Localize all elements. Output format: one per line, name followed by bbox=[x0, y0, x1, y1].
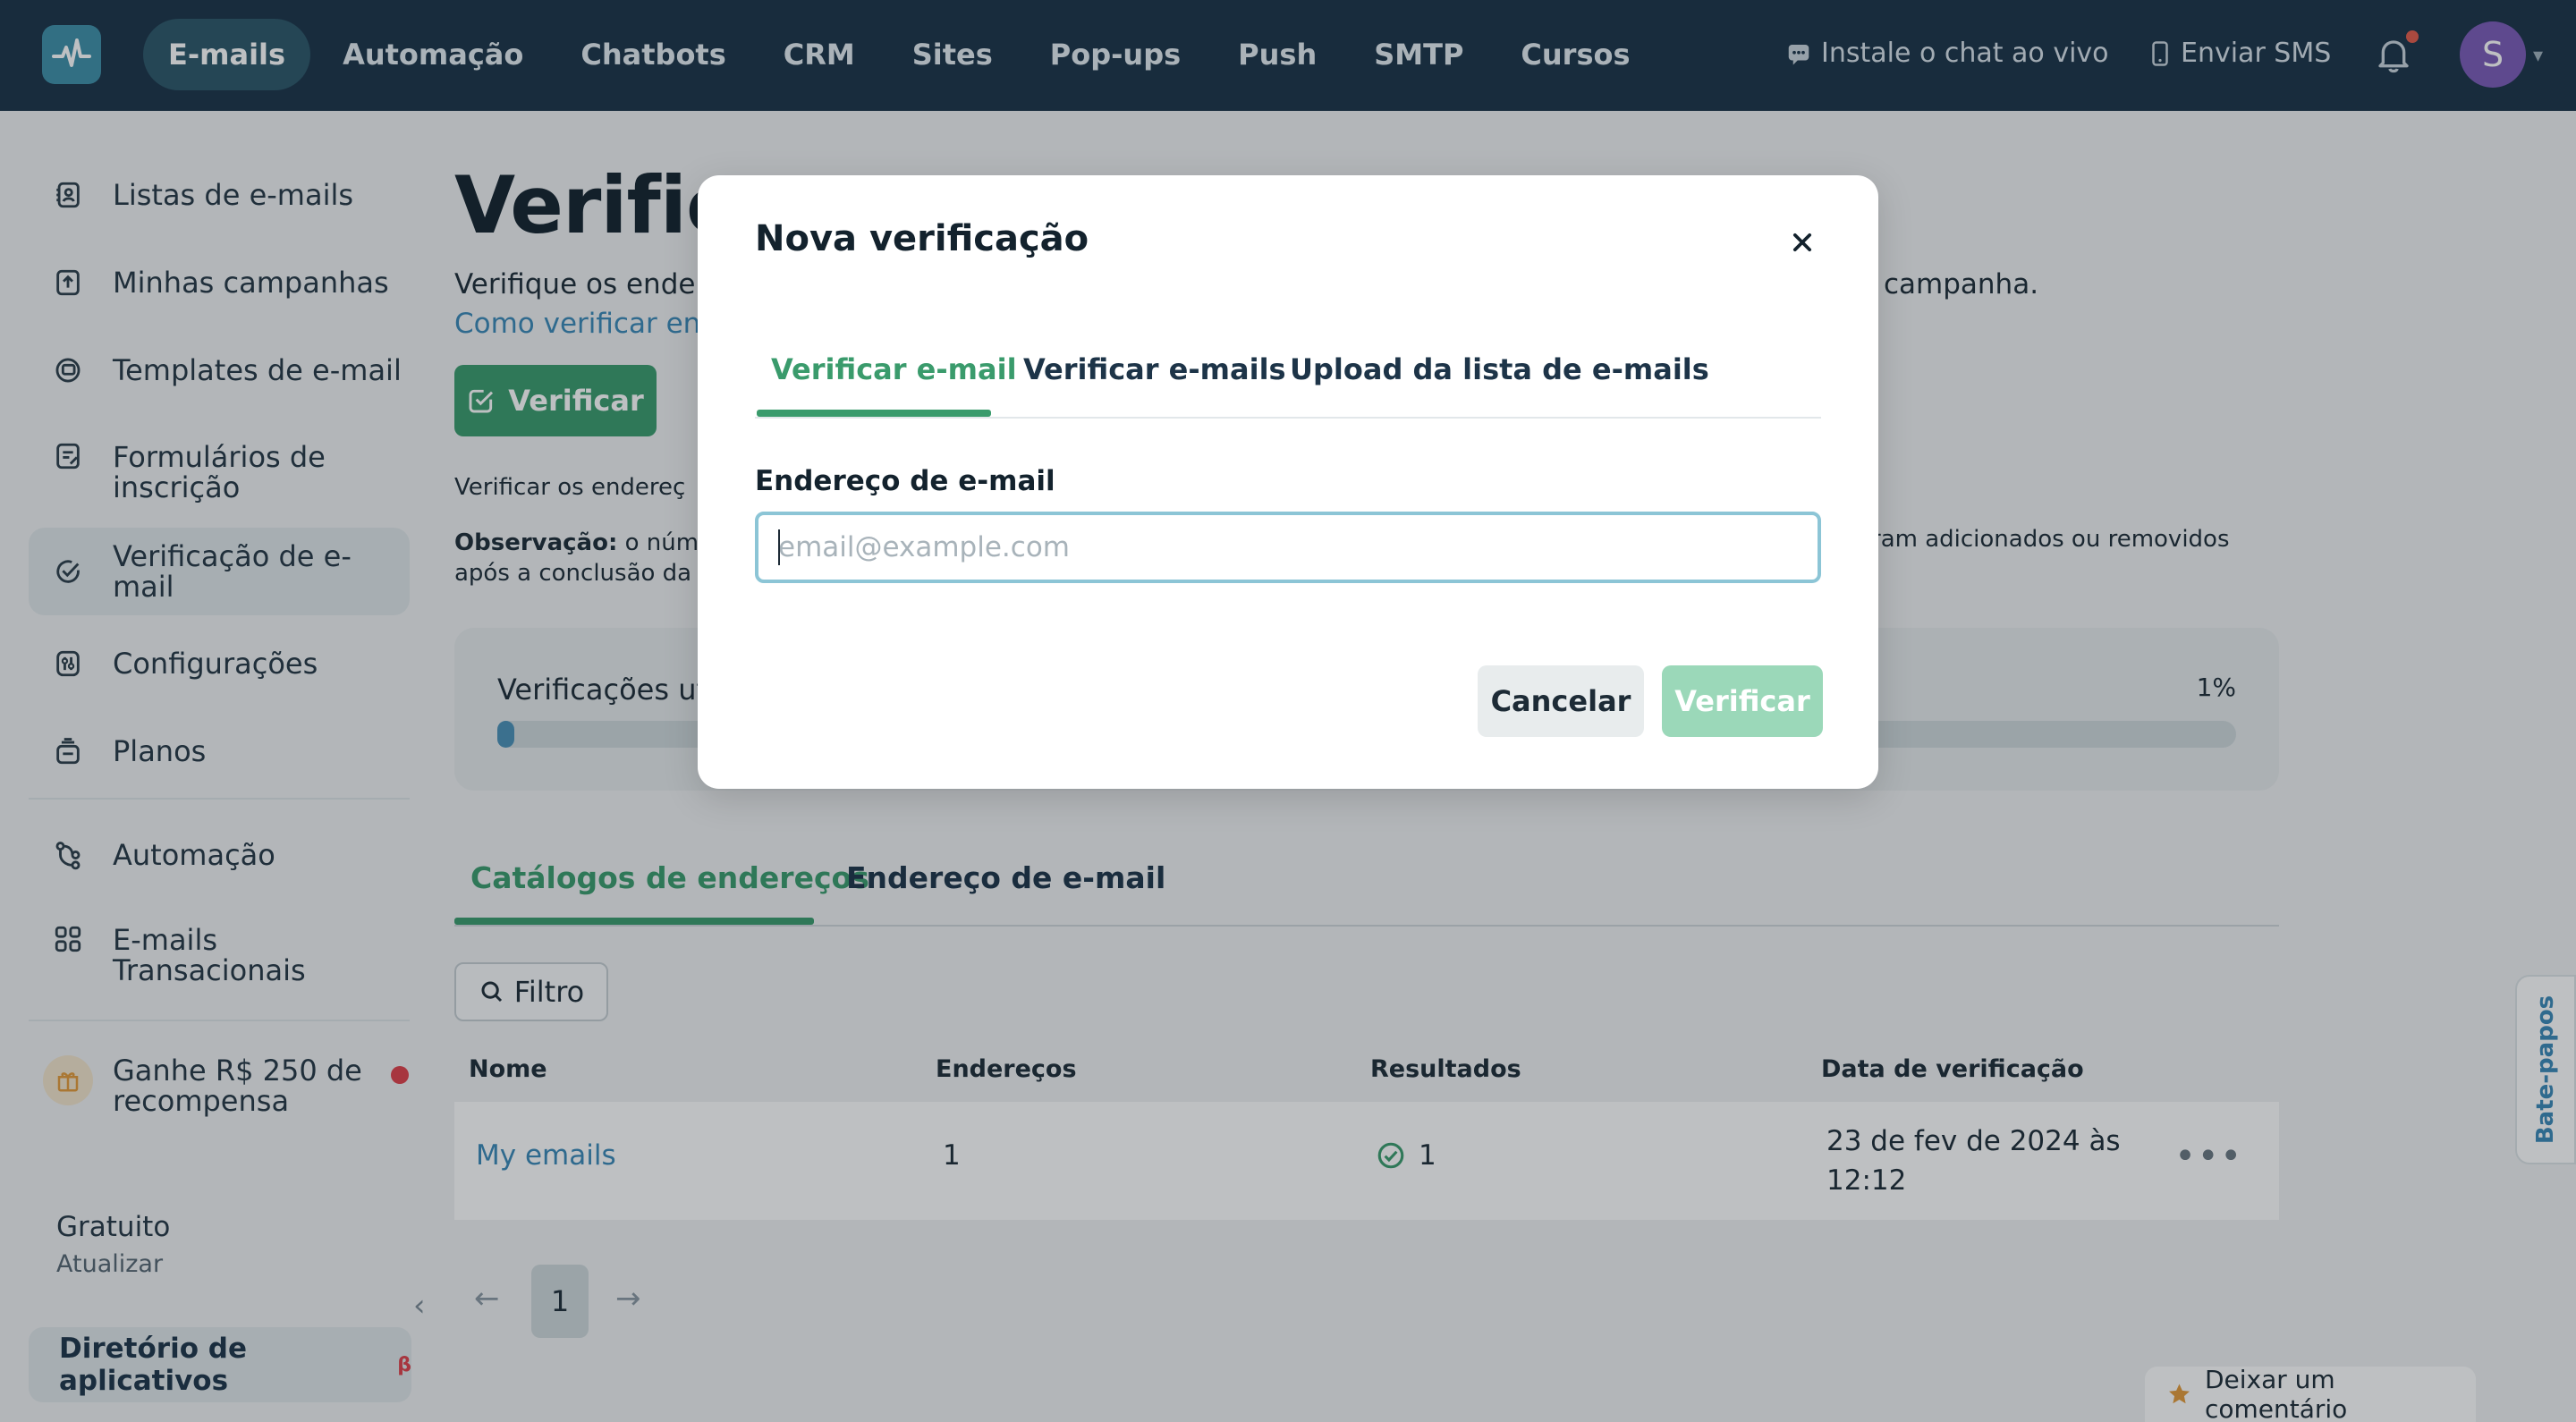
tab-verify-multiple-emails[interactable]: Verificar e-mails bbox=[1023, 352, 1286, 386]
active-tab-underline bbox=[757, 410, 991, 417]
tab-verify-single-email[interactable]: Verificar e-mail bbox=[771, 352, 1017, 386]
text-cursor bbox=[778, 529, 780, 565]
email-field[interactable] bbox=[755, 512, 1821, 583]
submit-verify-button[interactable]: Verificar bbox=[1662, 665, 1823, 737]
close-icon[interactable] bbox=[1782, 222, 1823, 263]
modal-title: Nova verificação bbox=[755, 218, 1089, 259]
new-verification-modal: Nova verificação Verificar e-mail Verifi… bbox=[698, 175, 1878, 789]
cancel-button[interactable]: Cancelar bbox=[1478, 665, 1644, 737]
modal-tabs: Verificar e-mail Verificar e-mails Uploa… bbox=[755, 343, 1821, 419]
tab-upload-email-list[interactable]: Upload da lista de e-mails bbox=[1290, 352, 1709, 386]
email-field-label: Endereço de e-mail bbox=[755, 465, 1055, 497]
